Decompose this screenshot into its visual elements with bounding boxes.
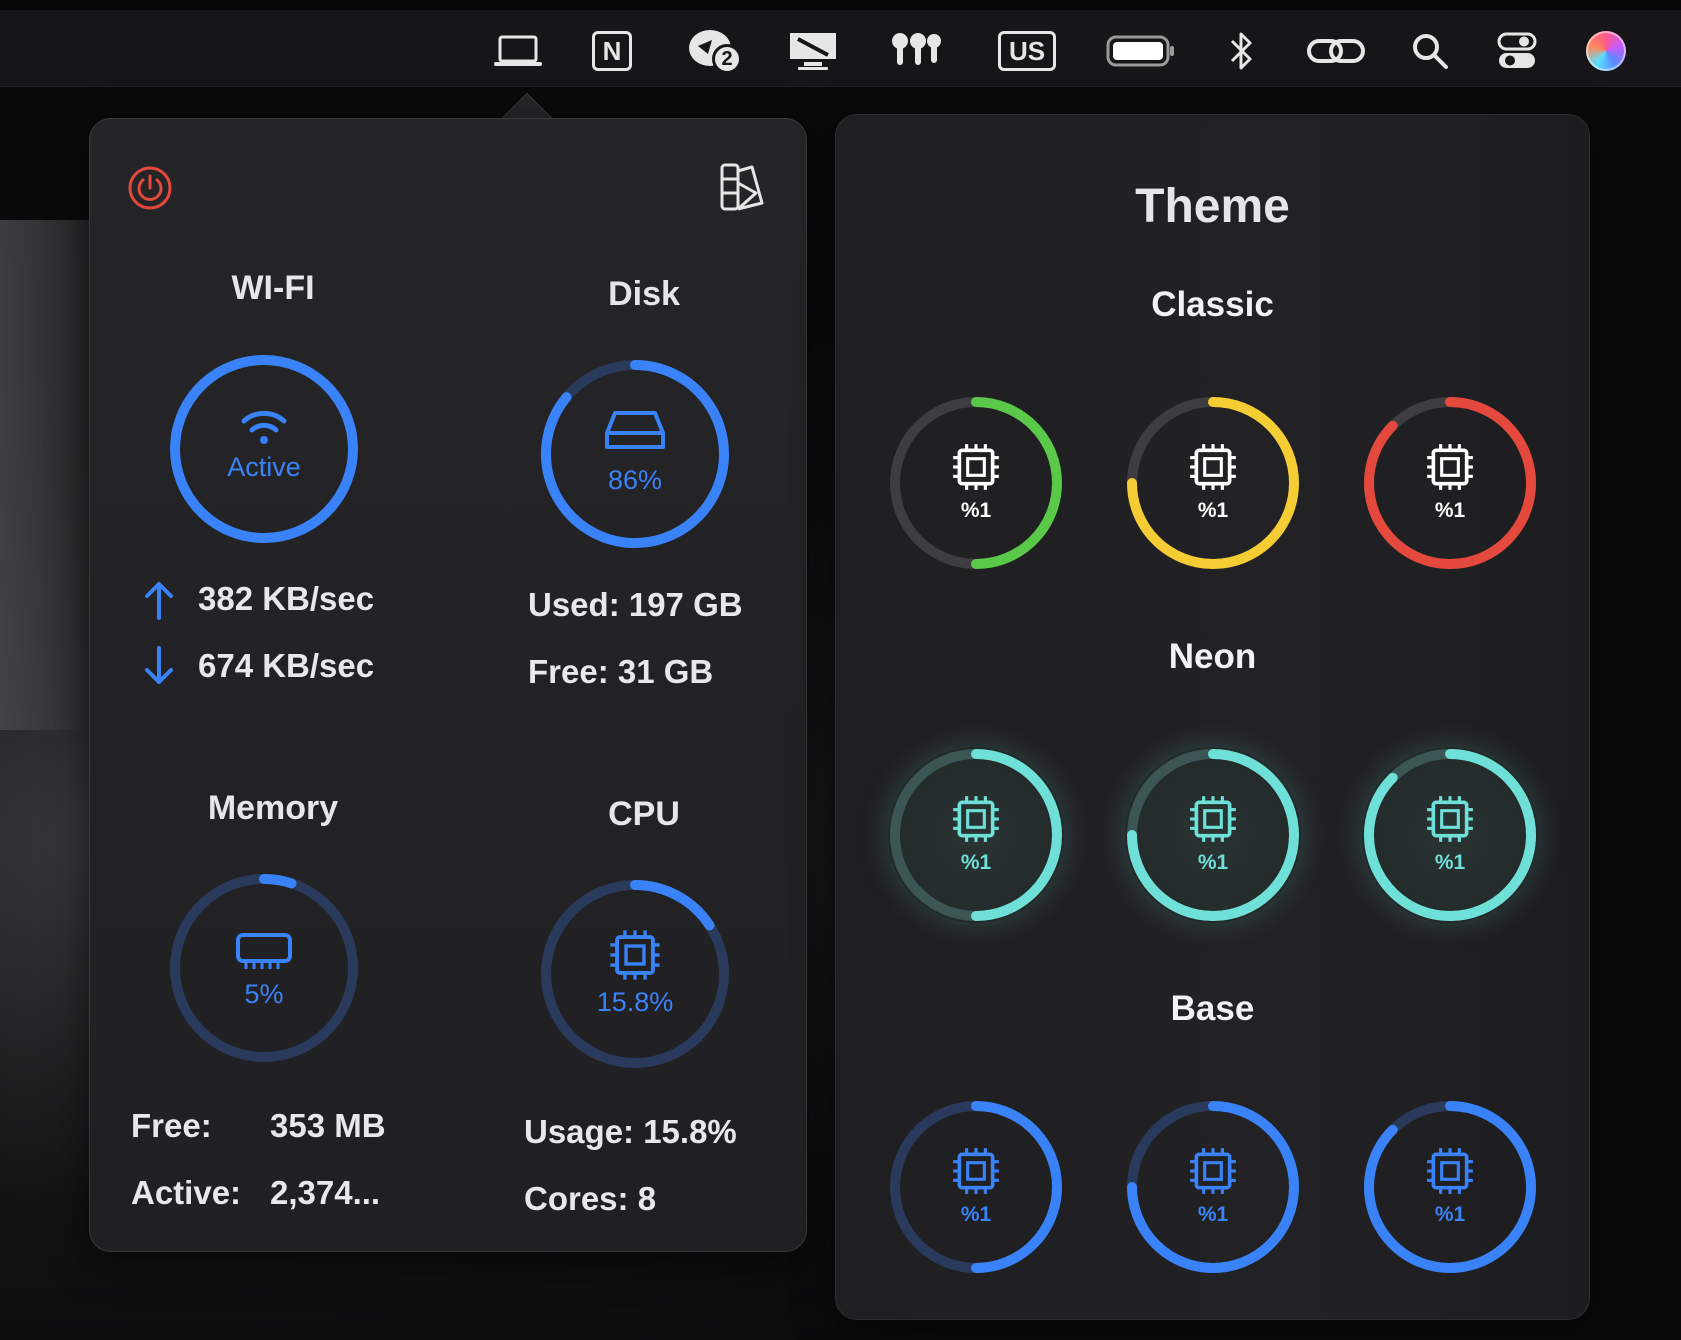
cpu-chip-icon (610, 930, 660, 980)
theme-option-classic-1[interactable]: %1 (888, 395, 1064, 571)
cpu-chip-icon (953, 1148, 999, 1194)
wifi-status: Active (227, 452, 301, 482)
color-swatch-icon (720, 163, 764, 211)
input-source-label: US (998, 31, 1056, 71)
disk-ring: 86% (540, 359, 730, 549)
popover-arrow (492, 86, 562, 120)
messages-icon[interactable]: 2 (686, 26, 744, 76)
memory-title: Memory (207, 789, 339, 827)
disk-used: Used: 197 GB (528, 586, 743, 623)
theme-option-label: %1 (1197, 1203, 1229, 1226)
theme-option-classic-2[interactable]: %1 (1125, 395, 1301, 571)
notion-icon[interactable]: N (589, 26, 635, 76)
theme-option-base-3[interactable]: %1 (1362, 1099, 1538, 1275)
wifi-download-speed: 674 KB/sec (198, 647, 375, 684)
disk-free: Free: 31 GB (528, 653, 714, 690)
theme-option-label: %1 (1197, 499, 1229, 522)
cpu-chip-icon (1427, 1148, 1473, 1194)
cpu-cores: Cores: 8 (524, 1180, 657, 1217)
theme-option-neon-3[interactable]: %1 (1362, 747, 1538, 923)
notion-label: N (592, 31, 632, 71)
stats-popover: WI-FI Active 382 KB/sec 674 KB/sec Disk … (89, 118, 807, 1252)
download-arrow-icon (145, 646, 173, 684)
cpu-chip-icon (953, 796, 999, 842)
theme-option-label: %1 (960, 499, 992, 522)
theme-option-neon-2[interactable]: %1 (1125, 747, 1301, 923)
power-icon (128, 166, 172, 210)
memory-ring: 5% (169, 873, 359, 1063)
theme-option-base-2[interactable]: %1 (1125, 1099, 1301, 1275)
wifi-icon (241, 410, 287, 444)
cpu-chip-icon (1190, 444, 1236, 490)
memory-active-label: Active: (131, 1174, 242, 1211)
upload-arrow-icon (145, 582, 173, 620)
memory-free-value: 353 MB (270, 1107, 386, 1144)
theme-option-label: %1 (1434, 851, 1466, 874)
wallpaper-highlight (0, 220, 100, 730)
hard-drive-icon (605, 411, 665, 449)
theme-option-label: %1 (960, 1203, 992, 1226)
display-icon[interactable] (786, 26, 840, 76)
wifi-ring: Active (169, 354, 359, 544)
battery-icon[interactable] (1106, 26, 1176, 76)
cpu-chip-icon (1190, 1148, 1236, 1194)
theme-group-title-classic: Classic (1151, 285, 1274, 324)
theme-option-label: %1 (1434, 1203, 1466, 1226)
theme-title: Theme (1135, 180, 1290, 233)
wifi-title: WI-FI (231, 269, 315, 307)
theme-palette-button[interactable] (718, 161, 772, 215)
theme-option-label: %1 (1434, 499, 1466, 522)
power-button[interactable] (127, 165, 173, 211)
cpu-chip-icon (1190, 796, 1236, 842)
bluetooth-icon[interactable] (1226, 26, 1258, 76)
wifi-upload-speed: 382 KB/sec (198, 580, 375, 617)
cpu-ring: 15.8% (540, 879, 730, 1069)
disk-title: Disk (608, 275, 680, 313)
theme-option-label: %1 (1197, 851, 1229, 874)
theme-panel: Theme Classic %1 %1 %1 Neon %1 %1 %1 Base %1 %1 %1 (835, 114, 1590, 1320)
theme-option-label: %1 (960, 851, 992, 874)
theme-option-neon-1[interactable]: %1 (888, 747, 1064, 923)
link-icon[interactable] (1305, 26, 1367, 76)
theme-group-title-base: Base (1170, 989, 1255, 1028)
notification-badge: 2 (712, 44, 742, 74)
laptop-icon[interactable] (490, 26, 546, 76)
airpods-icon[interactable] (888, 26, 944, 76)
memory-active-value: 2,374... (270, 1174, 381, 1211)
theme-option-classic-3[interactable]: %1 (1362, 395, 1538, 571)
control-center-icon[interactable] (1496, 26, 1538, 76)
search-icon[interactable] (1410, 26, 1450, 76)
disk-gauge (541, 360, 729, 548)
memory-chip-icon (236, 933, 292, 969)
cpu-percent: 15.8% (596, 987, 674, 1017)
menu-bar: N 2 US (0, 0, 1681, 87)
input-source-icon[interactable]: US (996, 26, 1058, 76)
memory-free-label: Free: (131, 1107, 212, 1144)
theme-group-title-neon: Neon (1168, 637, 1257, 676)
cpu-title: CPU (608, 795, 680, 833)
cpu-usage: Usage: 15.8% (524, 1113, 737, 1150)
disk-percent: 86% (607, 465, 663, 495)
siri-icon[interactable] (1584, 26, 1628, 76)
memory-percent: 5% (244, 979, 284, 1009)
cpu-chip-icon (953, 444, 999, 490)
cpu-chip-icon (1427, 796, 1473, 842)
cpu-chip-icon (1427, 444, 1473, 490)
theme-option-base-1[interactable]: %1 (888, 1099, 1064, 1275)
